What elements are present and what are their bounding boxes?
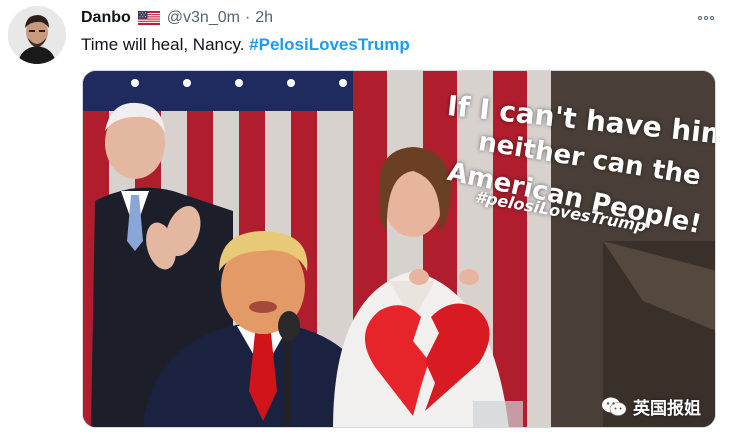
tweet-header: Danbo @v3n_0m · 2h — [81, 8, 273, 28]
more-dot-icon — [704, 16, 708, 20]
timestamp[interactable]: 2h — [255, 9, 273, 27]
tweet: Danbo @v3n_0m · 2h Time will heal, Nancy… — [0, 0, 732, 439]
hashtag-link[interactable]: #PelosiLovesTrump — [249, 35, 410, 54]
more-dot-icon — [698, 16, 702, 20]
wechat-icon — [601, 396, 627, 418]
user-handle[interactable]: @v3n_0m — [167, 9, 240, 27]
us-flag-icon — [137, 11, 160, 25]
watermark: 英国报姐 — [601, 394, 701, 419]
separator-dot: · — [244, 9, 251, 26]
avatar[interactable] — [8, 6, 66, 64]
more-options-button[interactable] — [694, 8, 718, 28]
display-name[interactable]: Danbo — [81, 9, 131, 27]
tweet-media[interactable]: If I can't have him, neither can the Ame… — [82, 70, 716, 428]
watermark-text: 英国报姐 — [633, 399, 701, 419]
more-dot-icon — [710, 16, 714, 20]
tweet-text: Time will heal, Nancy. #PelosiLovesTrump — [81, 35, 410, 55]
tweet-body: Time will heal, Nancy. — [81, 35, 250, 54]
